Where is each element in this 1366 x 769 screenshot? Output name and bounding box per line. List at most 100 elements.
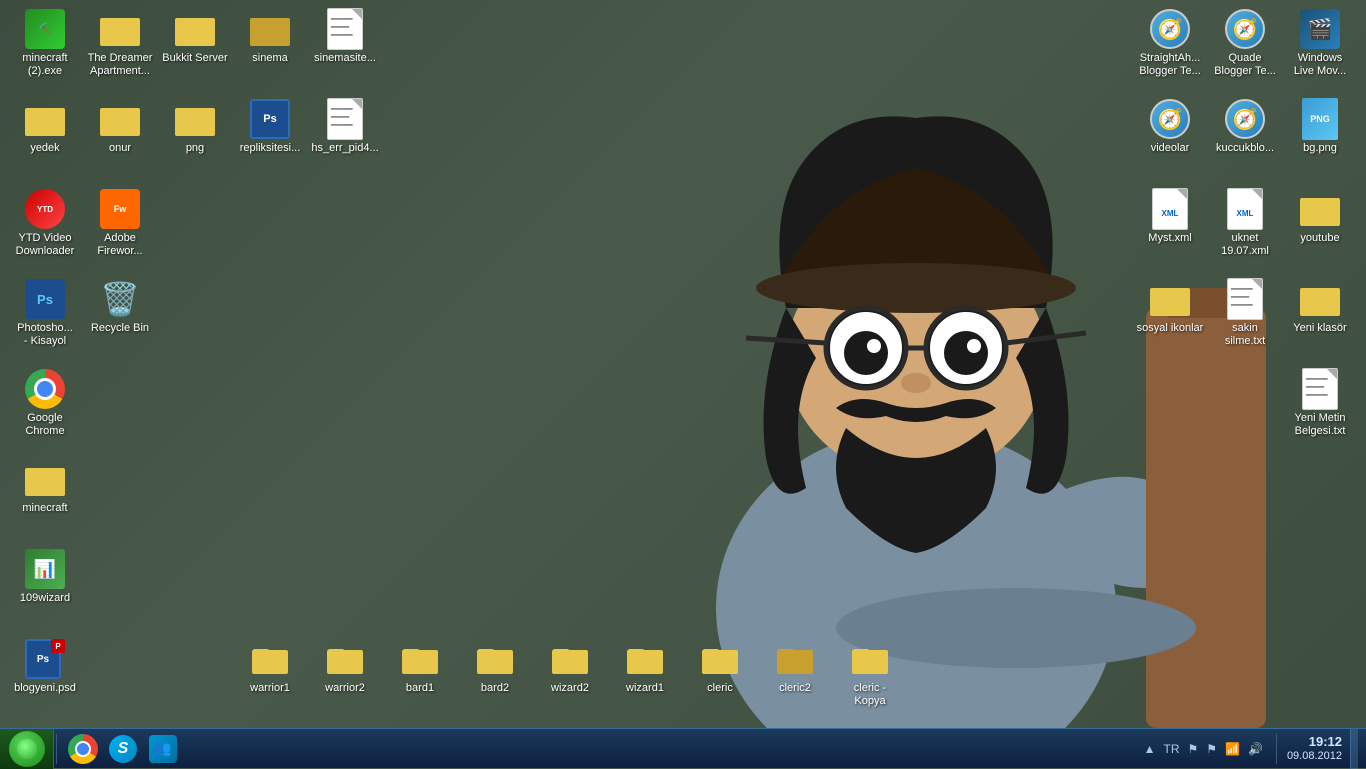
icon-label-myst-xml: Myst.xml <box>1148 232 1191 245</box>
icon-label-109wizard: 109wizard <box>20 592 70 605</box>
taskbar-messenger-icon[interactable]: 👥 <box>143 729 183 769</box>
start-orb <box>9 731 45 767</box>
desktop-icon-109wizard[interactable]: 📊109wizard <box>5 545 85 609</box>
icon-label-wizard1: wizard1 <box>626 682 664 695</box>
icon-img-uknet-xml: XML <box>1225 189 1265 229</box>
icon-img-quade: 🧭 <box>1225 9 1265 49</box>
taskbar-skype-icon[interactable]: S <box>103 729 143 769</box>
icon-label-quade: Quade Blogger Te... <box>1214 52 1276 78</box>
start-orb-inner <box>17 739 37 759</box>
icon-img-adobe-fireworks: Fw <box>100 189 140 229</box>
taskbar-chrome-icon[interactable] <box>63 729 103 769</box>
desktop-icon-hs-err[interactable]: ━━━━━━━━━━━━━━━━━hs_err_pid4... <box>305 95 385 159</box>
icon-label-bukkit-server: Bukkit Server <box>162 52 227 65</box>
taskbar-divider-2 <box>1276 734 1277 764</box>
desktop-icon-cleric2[interactable]: cleric2 <box>755 635 835 699</box>
icon-img-sinema <box>250 9 290 49</box>
icon-label-sakin-silme: sakin silme.txt <box>1225 322 1265 348</box>
desktop-icon-videolar[interactable]: 🧭videolar <box>1130 95 1210 159</box>
desktop-icon-cleric-kopya[interactable]: cleric - Kopya <box>830 635 910 712</box>
desktop-icon-wizard1[interactable]: wizard1 <box>605 635 685 699</box>
icon-label-repliksitesi: repliksitesi... <box>240 142 301 155</box>
icon-label-google-chrome: Google Chrome <box>25 412 64 438</box>
icon-label-warrior1: warrior1 <box>250 682 290 695</box>
icon-label-wizard2: wizard2 <box>551 682 589 695</box>
icon-label-minecraft-folder: minecraft <box>22 502 67 515</box>
desktop-icon-recycle-bin[interactable]: 🗑️Recycle Bin <box>80 275 160 339</box>
icon-img-sosyal-ikonlar <box>1150 279 1190 319</box>
chrome-icon <box>68 734 98 764</box>
desktop-icon-warrior1[interactable]: warrior1 <box>230 635 310 699</box>
desktop-icon-bg-png[interactable]: PNGbg.png <box>1280 95 1360 159</box>
desktop-icon-bard2[interactable]: bard2 <box>455 635 535 699</box>
desktop-icon-kuccukblo[interactable]: 🧭kuccukblo... <box>1205 95 1285 159</box>
taskbar: S 👥 ▲ TR ⚑ ⚑ 📶 🔊 19:12 09.08.2012 <box>0 728 1366 768</box>
icon-label-straightah: StraightAh... Blogger Te... <box>1139 52 1201 78</box>
tray-network-flag[interactable]: ⚑ <box>1185 740 1202 758</box>
icon-img-minecraft-folder <box>25 459 65 499</box>
start-button[interactable] <box>0 729 54 769</box>
desktop-icon-bard1[interactable]: bard1 <box>380 635 460 699</box>
icon-label-photoshop: Photosho... - Kisayol <box>17 322 73 348</box>
icon-label-recycle-bin: Recycle Bin <box>91 322 149 335</box>
icon-img-photoshop: Ps <box>25 279 65 319</box>
desktop-icon-google-chrome[interactable]: Google Chrome <box>5 365 85 442</box>
desktop-icon-youtube-folder[interactable]: youtube <box>1280 185 1360 249</box>
system-clock[interactable]: 19:12 09.08.2012 <box>1279 734 1350 763</box>
icon-label-blogyeni-psd: blogyeni.psd <box>14 682 76 695</box>
tray-network-icon[interactable]: 📶 <box>1222 740 1243 758</box>
desktop-icons-container: ⛏️minecraft (2).exeThe Dreamer Apartment… <box>0 0 1366 728</box>
icon-label-bard1: bard1 <box>406 682 434 695</box>
icon-img-yedek <box>25 99 65 139</box>
desktop-icon-minecraft-exe[interactable]: ⛏️minecraft (2).exe <box>5 5 85 82</box>
clock-time: 19:12 <box>1287 734 1342 750</box>
desktop-icon-straightah[interactable]: 🧭StraightAh... Blogger Te... <box>1130 5 1210 82</box>
desktop-icon-uknet-xml[interactable]: XMLuknet 19.07.xml <box>1205 185 1285 262</box>
icon-label-onur: onur <box>109 142 131 155</box>
desktop-icon-bukkit-server[interactable]: Bukkit Server <box>155 5 235 69</box>
tray-flag2[interactable]: ⚑ <box>1203 740 1220 758</box>
desktop-icon-yeni-klasor[interactable]: Yeni klasör <box>1280 275 1360 339</box>
desktop-icon-cleric[interactable]: cleric <box>680 635 760 699</box>
icon-img-yeni-metin: ━━━━━━━━━━━━━━━━━ <box>1300 369 1340 409</box>
icon-label-youtube-folder: youtube <box>1300 232 1339 245</box>
show-desktop-button[interactable] <box>1350 729 1358 769</box>
desktop-icon-yedek[interactable]: yedek <box>5 95 85 159</box>
icon-img-videolar: 🧭 <box>1150 99 1190 139</box>
desktop-icon-yeni-metin[interactable]: ━━━━━━━━━━━━━━━━━Yeni Metin Belgesi.txt <box>1280 365 1360 442</box>
icon-label-sinema: sinema <box>252 52 287 65</box>
icon-img-hs-err: ━━━━━━━━━━━━━━━━━ <box>325 99 365 139</box>
icon-img-windows-live: 🎬 <box>1300 9 1340 49</box>
desktop-icon-minecraft-folder[interactable]: minecraft <box>5 455 85 519</box>
desktop-icon-sinema[interactable]: sinema <box>230 5 310 69</box>
icon-img-repliksitesi: Ps <box>250 99 290 139</box>
desktop-icon-repliksitesi[interactable]: Ps repliksitesi... <box>230 95 310 159</box>
desktop-icon-warrior2[interactable]: warrior2 <box>305 635 385 699</box>
tray-expand-icon[interactable]: ▲ <box>1141 740 1159 758</box>
desktop-icon-blogyeni-psd[interactable]: PsP blogyeni.psd <box>5 635 85 699</box>
desktop-icon-png-folder[interactable]: png <box>155 95 235 159</box>
icon-img-blogyeni-psd: PsP <box>25 639 65 679</box>
desktop-icon-the-dreamer[interactable]: The Dreamer Apartment... <box>80 5 160 82</box>
desktop-icon-sinemasite[interactable]: ━━━━━━━━━━━━━━━━━sinemasite... <box>305 5 385 69</box>
icon-label-kuccukblo: kuccukblo... <box>1216 142 1274 155</box>
icon-img-the-dreamer <box>100 9 140 49</box>
taskbar-pinned-icons: S 👥 <box>59 729 187 769</box>
desktop-icon-sakin-silme[interactable]: ━━━━━━━━━━━━━━━━━sakin silme.txt <box>1205 275 1285 352</box>
tray-language-icon[interactable]: TR <box>1161 740 1183 758</box>
desktop-icon-quade[interactable]: 🧭 Quade Blogger Te... <box>1205 5 1285 82</box>
icon-img-wizard2 <box>550 639 590 679</box>
desktop-icon-photoshop[interactable]: Ps Photosho... - Kisayol <box>5 275 85 352</box>
desktop-icon-ytd-video[interactable]: YTDYTD Video Downloader <box>5 185 85 262</box>
skype-icon: S <box>109 735 137 763</box>
tray-volume-icon[interactable]: 🔊 <box>1245 740 1266 758</box>
icon-img-myst-xml: XML <box>1150 189 1190 229</box>
icon-img-warrior1 <box>250 639 290 679</box>
icon-img-wizard1 <box>625 639 665 679</box>
desktop-icon-windows-live[interactable]: 🎬Windows Live Mov... <box>1280 5 1360 82</box>
desktop-icon-sosyal-ikonlar[interactable]: sosyal ikonlar <box>1130 275 1210 339</box>
desktop-icon-myst-xml[interactable]: XML Myst.xml <box>1130 185 1210 249</box>
desktop-icon-adobe-fireworks[interactable]: FwAdobe Firewor... <box>80 185 160 262</box>
desktop-icon-onur[interactable]: onur <box>80 95 160 159</box>
desktop-icon-wizard2[interactable]: wizard2 <box>530 635 610 699</box>
